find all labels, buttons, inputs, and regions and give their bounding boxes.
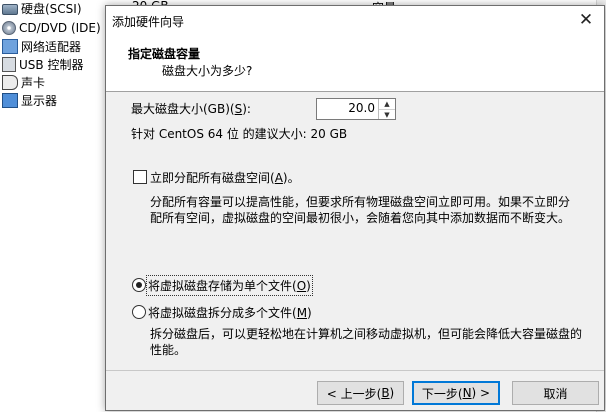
hardware-item-label: 硬盘(SCSI) bbox=[21, 1, 82, 16]
stepper-buttons: ▲ ▼ bbox=[378, 99, 395, 119]
close-icon: ✕ bbox=[578, 10, 594, 30]
multiple-files-label[interactable]: 将虚拟磁盘拆分成多个文件(M) bbox=[148, 304, 312, 321]
chevron-down-icon: ▼ bbox=[384, 111, 390, 119]
cd-dvd-icon bbox=[2, 21, 16, 35]
add-hardware-wizard-dialog: 添加硬件向导 ✕ 指定磁盘容量 磁盘大小为多少? 最大磁盘大小(GB)(S): … bbox=[105, 5, 605, 411]
allocate-now-checkbox[interactable] bbox=[133, 170, 147, 184]
allocate-now-label[interactable]: 立即分配所有磁盘空间(A)。 bbox=[150, 169, 300, 186]
chevron-up-icon: ▲ bbox=[384, 100, 390, 108]
dialog-titlebar[interactable]: 添加硬件向导 ✕ bbox=[106, 6, 604, 35]
single-file-label[interactable]: 将虚拟磁盘存储为单个文件(O) bbox=[146, 275, 313, 296]
max-disk-size-stepper[interactable]: 20.0 ▲ ▼ bbox=[316, 98, 396, 120]
max-disk-size-label: 最大磁盘大小(GB)(S): bbox=[131, 102, 251, 116]
hardware-item-usb-controller[interactable]: USB 控制器 bbox=[0, 55, 83, 73]
hardware-item-network-adapter[interactable]: 网络适配器 bbox=[0, 37, 81, 55]
recommended-size-text: 针对 CentOS 64 位 的建议大小: 20 GB bbox=[131, 127, 348, 141]
footer-divider bbox=[106, 370, 604, 371]
multiple-files-radio[interactable] bbox=[132, 305, 146, 319]
hardware-item-label: USB 控制器 bbox=[19, 57, 84, 72]
split-description-line-2: 性能。 bbox=[150, 343, 187, 357]
cancel-button[interactable]: 取消 bbox=[512, 381, 599, 405]
dialog-title: 添加硬件向导 bbox=[112, 15, 185, 29]
allocate-description-line-1: 分配所有容量可以提高性能，但要求所有物理磁盘空间立即可用。如果不立即分 bbox=[150, 195, 571, 209]
close-button[interactable]: ✕ bbox=[572, 8, 600, 32]
single-file-radio[interactable] bbox=[132, 278, 146, 292]
split-description-line-1: 拆分磁盘后，可以更轻松地在计算机之间移动虚拟机，但可能会降低大容量磁盘的 bbox=[150, 327, 583, 341]
sound-card-icon bbox=[2, 74, 18, 90]
hardware-item-label: 显示器 bbox=[21, 93, 58, 108]
network-adapter-icon bbox=[2, 38, 18, 54]
hardware-item-label: 网络适配器 bbox=[21, 39, 82, 54]
usb-controller-icon bbox=[2, 56, 16, 72]
hardware-item-label: CD/DVD (IDE) bbox=[19, 21, 101, 35]
hard-disk-icon bbox=[2, 3, 18, 15]
hardware-item-display[interactable]: 显示器 bbox=[0, 91, 57, 109]
hardware-item-hard-disk[interactable]: 硬盘(SCSI) bbox=[0, 0, 82, 17]
next-button[interactable]: 下一步(N) > bbox=[412, 381, 500, 405]
wizard-step-subtitle: 磁盘大小为多少? bbox=[162, 64, 253, 78]
stepper-down-button[interactable]: ▼ bbox=[379, 110, 395, 120]
hardware-item-cd-dvd[interactable]: CD/DVD (IDE) bbox=[0, 19, 101, 37]
wizard-step-title: 指定磁盘容量 bbox=[128, 47, 201, 61]
stepper-up-button[interactable]: ▲ bbox=[379, 99, 395, 110]
hardware-item-label: 声卡 bbox=[21, 75, 46, 90]
hardware-item-sound-card[interactable]: 声卡 bbox=[0, 73, 45, 91]
allocate-description-line-2: 配所有空间，虚拟磁盘的空间最初很小，会随着您向其中添加数据而不断变大。 bbox=[150, 211, 571, 225]
back-button[interactable]: < 上一步(B) bbox=[317, 381, 404, 405]
max-disk-size-value[interactable]: 20.0 bbox=[348, 101, 375, 115]
wizard-header: 指定磁盘容量 磁盘大小为多少? bbox=[106, 35, 604, 92]
display-icon bbox=[2, 92, 18, 108]
